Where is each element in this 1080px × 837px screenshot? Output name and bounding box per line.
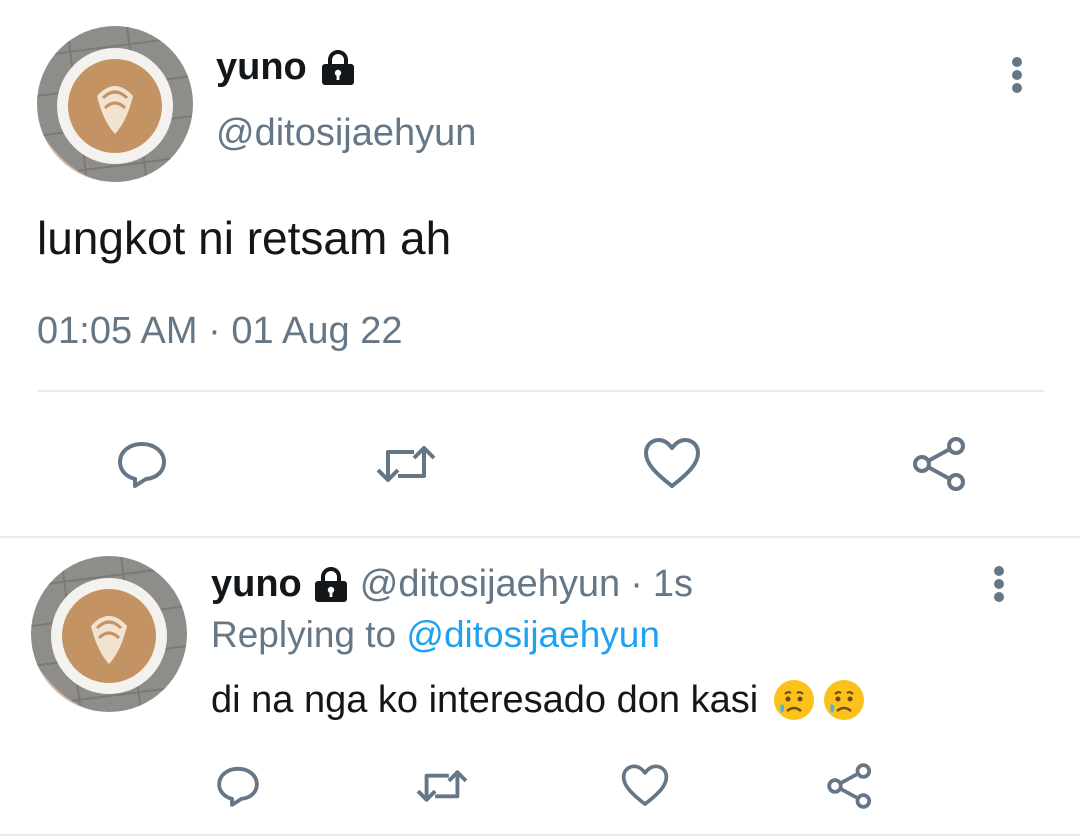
replying-prefix: Replying to bbox=[211, 614, 397, 655]
retweet-button[interactable] bbox=[412, 758, 472, 814]
reply-avatar[interactable] bbox=[31, 556, 187, 712]
reply-button[interactable] bbox=[110, 432, 174, 496]
reply-handle[interactable]: @ditosijaehyun bbox=[360, 563, 620, 606]
more-vertical-icon[interactable] bbox=[1003, 56, 1031, 96]
section-separator bbox=[0, 536, 1080, 538]
share-icon bbox=[827, 763, 872, 809]
replying-handle-link[interactable]: @ditosijaehyun bbox=[406, 614, 660, 655]
reply-tweet-text: di na nga ko interesado don kasi bbox=[211, 678, 866, 722]
main-handle[interactable]: @ditosijaehyun bbox=[216, 112, 476, 155]
retweet-button[interactable] bbox=[374, 432, 438, 496]
lock-icon bbox=[314, 566, 347, 602]
like-button[interactable] bbox=[617, 758, 673, 814]
main-name-text: yuno bbox=[216, 46, 307, 88]
main-avatar[interactable] bbox=[37, 26, 193, 182]
main-tweet-text: lungkot ni retsam ah bbox=[37, 212, 452, 264]
reply-button[interactable] bbox=[210, 758, 266, 814]
reply-display-name[interactable]: yuno bbox=[211, 563, 302, 606]
share-icon bbox=[913, 437, 965, 491]
like-icon bbox=[621, 764, 669, 806]
divider bbox=[37, 390, 1044, 392]
replying-to: Replying to @ditosijaehyun bbox=[211, 614, 660, 656]
reply-separator: · bbox=[630, 563, 643, 605]
more-vertical-icon[interactable] bbox=[985, 565, 1013, 605]
crying-face-emoji bbox=[774, 680, 815, 720]
crying-face-emoji bbox=[824, 680, 865, 720]
reply-text-body: di na nga ko interesado don kasi bbox=[211, 678, 759, 721]
like-button[interactable] bbox=[640, 432, 704, 496]
reply-header: yuno @ditosijaehyun · 1s bbox=[211, 563, 693, 606]
lock-icon bbox=[321, 49, 354, 85]
section-separator bbox=[0, 834, 1080, 836]
share-button[interactable] bbox=[822, 758, 878, 814]
like-icon bbox=[644, 438, 700, 488]
retweet-icon bbox=[416, 770, 468, 802]
reply-time: 1s bbox=[652, 563, 693, 605]
share-button[interactable] bbox=[908, 432, 972, 496]
retweet-icon bbox=[376, 446, 436, 482]
reply-icon bbox=[118, 442, 166, 488]
main-timestamp: 01:05 AM · 01 Aug 22 bbox=[37, 310, 403, 352]
main-display-name[interactable]: yuno bbox=[216, 46, 357, 89]
reply-icon bbox=[217, 766, 259, 807]
